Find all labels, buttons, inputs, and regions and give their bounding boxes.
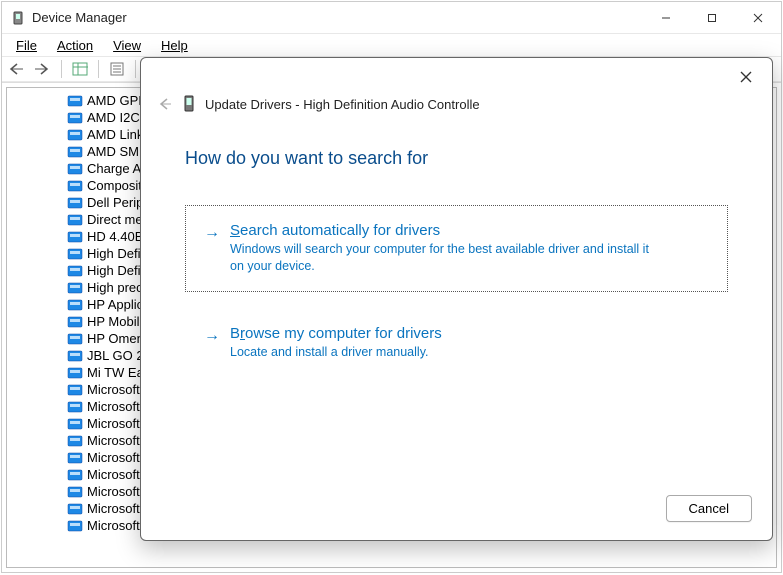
device-category-icon [67, 520, 83, 532]
option-description: Windows will search your computer for th… [230, 241, 650, 275]
device-category-icon [67, 214, 83, 226]
device-category-icon [67, 316, 83, 328]
menu-file[interactable]: File [6, 36, 47, 55]
tree-item-label: High Defin [87, 246, 148, 261]
menu-help[interactable]: Help [151, 36, 198, 55]
menubar: File Action View Help [2, 34, 781, 56]
update-drivers-dialog: Update Drivers - High Definition Audio C… [140, 57, 773, 541]
tree-item-label: High Defin [87, 263, 148, 278]
device-category-icon [67, 197, 83, 209]
dialog-header: Update Drivers - High Definition Audio C… [141, 58, 772, 120]
dialog-back-button[interactable] [155, 94, 175, 114]
device-category-icon [67, 163, 83, 175]
dialog-body: How do you want to search for → Search a… [141, 120, 772, 495]
arrow-right-icon: → [204, 224, 220, 242]
device-category-icon [67, 503, 83, 515]
tree-item-label: HP Mobile [87, 314, 147, 329]
option-browse-computer[interactable]: → Browse my computer for drivers Locate … [185, 308, 728, 378]
device-category-icon [67, 367, 83, 379]
menu-view[interactable]: View [103, 36, 151, 55]
forward-button[interactable] [32, 58, 54, 80]
device-category-icon [67, 112, 83, 124]
device-category-icon [67, 299, 83, 311]
device-category-icon [67, 435, 83, 447]
option-title: Browse my computer for drivers [230, 325, 442, 342]
toolbar-divider [61, 60, 62, 78]
tree-item-label: Microsoft I [87, 450, 147, 465]
properties-button[interactable] [106, 58, 128, 80]
tree-item-label: Microsoft I [87, 433, 147, 448]
dialog-footer: Cancel [141, 495, 772, 540]
device-category-icon [67, 265, 83, 277]
device-category-icon [67, 384, 83, 396]
device-category-icon [67, 95, 83, 107]
device-category-icon [67, 486, 83, 498]
cancel-button[interactable]: Cancel [666, 495, 752, 522]
device-category-icon [67, 282, 83, 294]
device-category-icon [67, 248, 83, 260]
device-category-icon [67, 452, 83, 464]
option-title: Search automatically for drivers [230, 222, 650, 239]
window-controls [643, 2, 781, 33]
arrow-right-icon: → [204, 327, 220, 345]
minimize-button[interactable] [643, 2, 689, 33]
tree-item-label: Microsoft I [87, 399, 147, 414]
close-button[interactable] [735, 2, 781, 33]
dialog-breadcrumb: Update Drivers - High Definition Audio C… [205, 97, 480, 112]
window-title: Device Manager [32, 10, 643, 25]
toolbar-divider [98, 60, 99, 78]
option-description: Locate and install a driver manually. [230, 344, 442, 361]
device-category-icon [67, 469, 83, 481]
device-category-icon [67, 350, 83, 362]
dialog-question: How do you want to search for [185, 148, 728, 169]
device-category-icon [67, 146, 83, 158]
option-search-automatically[interactable]: → Search automatically for drivers Windo… [185, 205, 728, 292]
tree-item-label: Microsoft I [87, 484, 147, 499]
device-category-icon [67, 180, 83, 192]
device-category-icon [67, 401, 83, 413]
back-button[interactable] [6, 58, 28, 80]
device-category-icon [67, 129, 83, 141]
device-category-icon [67, 231, 83, 243]
toolbar-divider [135, 60, 136, 78]
tree-item-label: Microsoft I [87, 416, 147, 431]
menu-action[interactable]: Action [47, 36, 103, 55]
titlebar: Device Manager [2, 2, 781, 34]
maximize-button[interactable] [689, 2, 735, 33]
device-category-icon [67, 333, 83, 345]
device-category-icon [67, 418, 83, 430]
show-hide-tree-button[interactable] [69, 58, 91, 80]
dialog-close-button[interactable] [732, 66, 760, 92]
device-icon [183, 95, 197, 113]
tree-item-label: Microsoft I [87, 467, 147, 482]
app-icon [10, 10, 26, 26]
